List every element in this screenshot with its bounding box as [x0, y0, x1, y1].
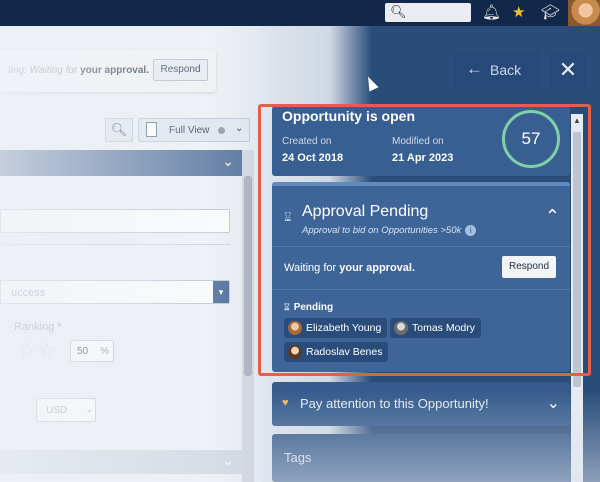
scrollbar-thumb[interactable]: [573, 132, 581, 387]
avatar: [288, 345, 302, 359]
approver-chip[interactable]: Elizabeth Young: [284, 318, 388, 338]
status-select[interactable]: uccess ▾: [0, 280, 230, 304]
section-header-2[interactable]: ⌄: [0, 450, 242, 474]
top-bar: [0, 0, 600, 26]
scrollbar-thumb[interactable]: [244, 176, 252, 376]
document-icon: [146, 122, 157, 137]
panel-scrollbar[interactable]: ▲: [571, 114, 583, 482]
ranking-percent-input[interactable]: 50 %: [70, 340, 114, 362]
approval-pending-card: ⌛︎ Approval Pending Approval to bid on O…: [272, 182, 570, 372]
opportunity-status-card: Opportunity is open Created on 24 Oct 20…: [272, 106, 570, 176]
chevron-down-icon: ⌄: [85, 404, 93, 414]
search-button[interactable]: 🔍︎: [105, 118, 133, 142]
modified-value: 21 Apr 2023: [392, 152, 454, 164]
view-selector[interactable]: Full View ⌄: [138, 118, 250, 142]
chevron-up-icon[interactable]: ⌃: [545, 206, 560, 227]
heart-icon: ♥: [282, 397, 289, 409]
text-field[interactable]: [0, 209, 230, 233]
currency-select[interactable]: USD ⌄: [36, 398, 96, 422]
divider: [0, 244, 230, 245]
pending-label: ⌛︎ Pending: [284, 302, 334, 313]
banner-respond-button[interactable]: Respond: [153, 59, 208, 81]
respond-button[interactable]: Respond: [502, 256, 556, 278]
chevron-down-icon: ⌄: [546, 395, 560, 412]
approval-title: Approval Pending: [302, 203, 429, 220]
approver-chip[interactable]: Tomas Modry: [390, 318, 482, 338]
bell-icon[interactable]: 🔔︎: [482, 3, 501, 21]
graduation-cap-icon[interactable]: 🎓︎: [541, 3, 560, 21]
attention-label: Pay attention to this Opportunity!: [300, 396, 489, 411]
arrow-left-icon: ←: [466, 59, 483, 78]
score-ring: 57: [502, 110, 560, 168]
modified-label: Modified on: [392, 136, 444, 147]
approval-header[interactable]: ⌛︎ Approval Pending Approval to bid on O…: [272, 182, 570, 246]
chevron-down-icon: ⌄: [235, 123, 244, 134]
status-dot: [218, 127, 225, 134]
created-value: 24 Oct 2018: [282, 152, 344, 164]
tags-card[interactable]: Tags: [272, 434, 570, 482]
close-button[interactable]: ✕: [550, 52, 586, 88]
status-value: uccess: [11, 287, 46, 299]
scroll-up-icon[interactable]: ▲: [573, 116, 581, 125]
waiting-text: Waiting for your approval.: [284, 262, 416, 274]
created-label: Created on: [282, 136, 332, 147]
avatar: [394, 321, 408, 335]
opportunity-status-title: Opportunity is open: [282, 108, 415, 124]
approver-chip[interactable]: Radoslav Benes: [284, 342, 389, 362]
percent-sign: %: [100, 346, 109, 357]
hourglass-icon: ⌛︎: [284, 302, 290, 312]
back-button[interactable]: ← Back: [454, 52, 540, 88]
avatar: [288, 321, 302, 335]
chevron-down-icon: ⌄: [222, 153, 234, 169]
chevron-down-icon: ⌄: [222, 452, 234, 468]
user-avatar[interactable]: [568, 0, 600, 26]
divider: [272, 246, 570, 247]
banner-text: ting: Waiting for your approval.: [8, 65, 149, 76]
back-label: Back: [490, 62, 522, 78]
ranking-label: Ranking *: [14, 321, 62, 333]
approval-banner: ting: Waiting for your approval. Respond: [0, 50, 216, 92]
attention-card[interactable]: ♥ Pay attention to this Opportunity! ⌄: [272, 382, 570, 426]
divider: [272, 289, 570, 290]
info-icon[interactable]: i: [465, 225, 477, 236]
currency-value: USD: [46, 405, 68, 416]
approval-subtitle: Approval to bid on Opportunities >50k i: [302, 225, 477, 236]
star-icon[interactable]: ★: [512, 3, 525, 21]
global-search-input[interactable]: 🔍︎: [385, 3, 471, 22]
view-label: Full View: [169, 125, 210, 136]
dropdown-arrow-icon: ▾: [213, 281, 229, 303]
ranking-percent-value: 50: [77, 346, 89, 357]
tags-label: Tags: [284, 450, 312, 465]
section-header[interactable]: ⌄: [0, 150, 242, 176]
search-icon: 🔍︎: [390, 4, 407, 19]
hourglass-icon: ⌛︎: [284, 210, 292, 224]
star-rating[interactable]: ☆☆: [18, 338, 58, 363]
